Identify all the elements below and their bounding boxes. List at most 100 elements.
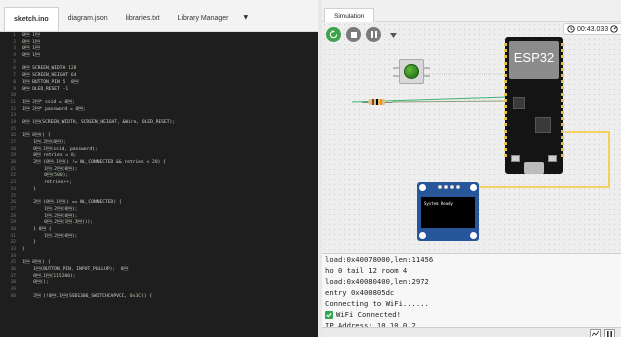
- code-line: 16 1 0() {: [0, 133, 318, 140]
- serial-text: Connecting to WiFi......: [325, 299, 429, 308]
- code-line: 26 2 (0.1() == WL_CONNECTED) {: [0, 200, 318, 207]
- code-line: 11 1 2* ssid = 0;: [0, 100, 318, 107]
- serial-text: load:0x40078000,len:11456: [325, 255, 434, 264]
- line-number: 3: [13, 46, 16, 52]
- serial-text: ho 0 tail 12 room 4: [325, 266, 408, 275]
- tab-diagram-json[interactable]: diagram.json: [59, 7, 117, 31]
- serial-line: load:0x40078000,len:11456: [322, 254, 621, 265]
- line-number: 16: [10, 133, 16, 139]
- simulation-canvas[interactable]: 00:43.033 10: [322, 22, 621, 253]
- esp32-reset-button[interactable]: [548, 155, 557, 162]
- esp32-chip: [513, 97, 525, 109]
- code-text: }: [22, 240, 36, 246]
- code-text: 2 (0.1() != WL_CONNECTED && retries <…: [33, 160, 166, 166]
- line-number: 26: [10, 200, 16, 206]
- esp32-board[interactable]: ESP32: [504, 37, 564, 174]
- oled-pin: [450, 185, 454, 189]
- line-number: 30: [10, 226, 16, 232]
- tab-library-manager[interactable]: Library Manager: [169, 7, 238, 31]
- oled-pin: [444, 185, 448, 189]
- line-number: 33: [10, 247, 16, 252]
- code-text: 0 1(SCREEN_WIDTH, SCREEN_HEIGHT, &Wire…: [22, 119, 176, 125]
- code-text: 0 1: [22, 53, 40, 59]
- line-number: 10: [10, 93, 16, 99]
- code-text: 0 1: [22, 33, 40, 38]
- push-button-component[interactable]: [399, 59, 424, 84]
- esp32-boot-button[interactable]: [511, 155, 520, 162]
- resistor-component[interactable]: [362, 99, 392, 105]
- oled-screen: System Ready: [421, 197, 475, 228]
- editor-tab-bar: sketch.ino diagram.json libraries.txt Li…: [0, 0, 318, 32]
- serial-line: entry 0x400805dc: [322, 287, 621, 298]
- mounting-hole: [419, 184, 426, 191]
- mounting-hole: [470, 184, 477, 191]
- serial-line: ho 0 tail 12 room 4: [322, 265, 621, 276]
- code-line: 2 0 1: [0, 40, 318, 47]
- code-text: 2 (!0.1(SSD1306_SWITCHCAPVCC, 0x3C)) …: [33, 293, 153, 299]
- code-text: retries++;: [22, 180, 72, 186]
- code-line: 12 1 2* password = 0;: [0, 107, 318, 114]
- plotter-button[interactable]: [590, 329, 601, 337]
- oled-display-component[interactable]: System Ready: [417, 182, 479, 241]
- code-text: 1 2* ssid = 0;: [22, 99, 75, 105]
- code-line: 23 retries++;: [0, 180, 318, 187]
- line-number: 24: [10, 186, 16, 192]
- line-number: 5: [13, 59, 16, 65]
- caret-down-icon[interactable]: ▼: [238, 7, 255, 31]
- code-text: 1 BUTTON_PIN 5 0: [22, 79, 79, 85]
- code-text: }: [22, 247, 25, 252]
- code-text: 1.2(0);: [33, 140, 67, 145]
- button-pin: [424, 75, 430, 77]
- code-line: 40 2 (!0.1(SSD1306_SWITCHCAPVCC, 0x3C…: [0, 294, 318, 301]
- code-editor-pane: sketch.ino diagram.json libraries.txt Li…: [0, 0, 318, 337]
- line-number: 20: [10, 160, 16, 166]
- esp32-module: ESP32: [509, 41, 559, 79]
- resistor-band: [380, 99, 382, 105]
- code-line: 20 2 (0.1() != WL_CONNECTED && retrie…: [0, 160, 318, 167]
- tab-libraries-txt[interactable]: libraries.txt: [117, 7, 169, 31]
- simulation-tab-bar: Simulation: [322, 0, 621, 23]
- code-text: 0 OLED_RESET -1: [22, 86, 69, 92]
- check-icon: [325, 310, 333, 319]
- code-line: 1 0 1: [0, 33, 318, 40]
- code-line: 33}: [0, 247, 318, 254]
- serial-text: IP Address: 10.10.0.2: [325, 321, 416, 327]
- serial-monitor[interactable]: load:0x40078000,len:11456 ho 0 tail 12 ro…: [322, 253, 621, 327]
- code-text: 0.2(1.3());: [44, 220, 94, 226]
- line-number: 40: [10, 293, 16, 299]
- mounting-hole: [419, 232, 426, 239]
- line-number: 7: [13, 73, 16, 79]
- line-number: 2: [13, 39, 16, 45]
- code-area[interactable]: 1 0 1 2 0 1 3 0 1 4 0 1 5 6 0 SCREEN_WIDT…: [0, 33, 318, 301]
- serial-line: WiFi Connected!: [322, 309, 621, 320]
- tab-simulation[interactable]: Simulation: [324, 8, 375, 23]
- chart-icon: [592, 330, 599, 336]
- code-line: 24 }: [0, 187, 318, 194]
- code-line: 14 0 1(SCREEN_WIDTH, SCREEN_HEIGHT, &Wi…: [0, 120, 318, 127]
- line-number: 4: [13, 53, 16, 59]
- esp32-label: ESP32: [513, 50, 555, 65]
- code-line: 13: [0, 113, 318, 120]
- push-button-cap[interactable]: [404, 64, 419, 79]
- line-number: 8: [13, 79, 16, 85]
- code-text: 1 0() {: [22, 133, 51, 139]
- line-number: 23: [10, 180, 16, 186]
- button-pin: [393, 75, 399, 77]
- code-line: 8 1 BUTTON_PIN 5 0: [0, 80, 318, 87]
- tab-sketch-ino[interactable]: sketch.ino: [4, 7, 59, 31]
- serial-line: IP Address: 10.10.0.2: [322, 320, 621, 327]
- esp32-right-pins: [561, 43, 564, 158]
- line-number: 11: [10, 99, 16, 105]
- code-line: 27 1.2(0);: [0, 207, 318, 214]
- oled-text: System Ready: [424, 201, 453, 206]
- oled-pin: [456, 185, 460, 189]
- serial-text: entry 0x400805dc: [325, 288, 395, 297]
- code-line: 17 1.2(0);: [0, 140, 318, 147]
- resistor-lead: [385, 101, 392, 103]
- pause-icon: [607, 330, 612, 337]
- serial-pause-button[interactable]: [604, 329, 615, 337]
- esp32-left-pins: [504, 43, 507, 158]
- serial-text: WiFi Connected!: [336, 310, 401, 319]
- code-line: 7 0 SCREEN_HEIGHT 64: [0, 73, 318, 80]
- line-number: 39: [10, 287, 16, 293]
